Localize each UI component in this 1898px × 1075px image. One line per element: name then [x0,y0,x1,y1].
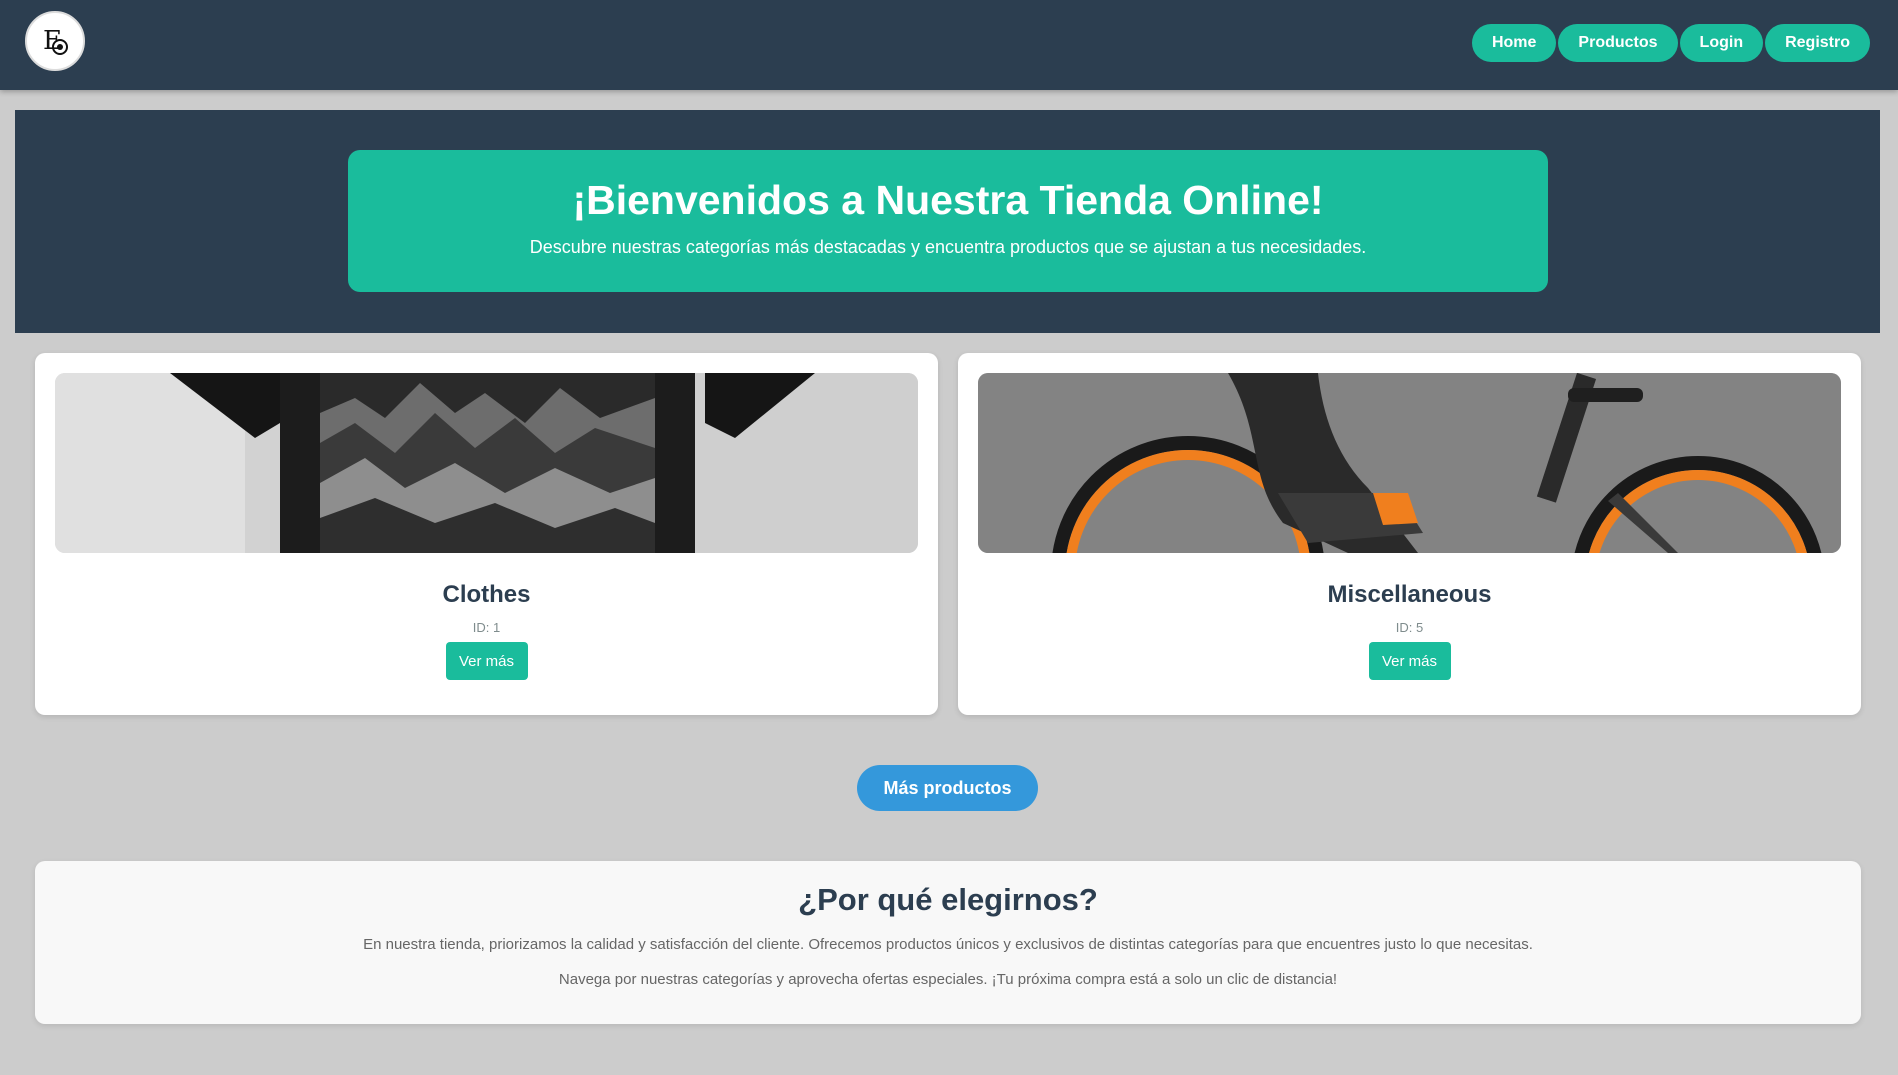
category-id: ID: 1 [472,620,501,635]
ver-mas-button[interactable]: Ver más [1368,642,1451,680]
hero-subtitle: Descubre nuestras categorías más destaca… [529,237,1367,258]
category-image-miscellaneous[interactable] [978,373,1841,553]
why-choose-us-section: ¿Por qué elegirnos? En nuestra tienda, p… [35,861,1861,1024]
category-card-clothes: Clothes ID: 1 Ver más [35,353,938,715]
hero-title: ¡Bienvenidos a Nuestra Tienda Online! [572,177,1324,223]
category-card-miscellaneous: Miscellaneous ID: 5 Ver más [958,353,1861,715]
more-products-button[interactable]: Más productos [857,765,1038,811]
nav-productos[interactable]: Productos [1558,24,1678,62]
nav-login[interactable]: Login [1679,24,1764,62]
category-title: Clothes [442,581,531,608]
navbar: E Home Productos Login Registro [0,0,1898,90]
why-title: ¿Por qué elegirnos? [798,882,1098,917]
hero-banner: ¡Bienvenidos a Nuestra Tienda Online! De… [348,150,1548,292]
why-paragraph-2: Navega por nuestras categorías y aprovec… [558,971,1338,988]
category-image-clothes[interactable] [55,373,918,553]
ver-mas-button[interactable]: Ver más [445,642,528,680]
nav-registro[interactable]: Registro [1765,24,1870,62]
nav-home[interactable]: Home [1471,24,1557,62]
logo[interactable]: E [25,11,85,71]
hero-section: ¡Bienvenidos a Nuestra Tienda Online! De… [15,110,1880,333]
why-paragraph-1: En nuestra tienda, priorizamos la calida… [363,936,1533,953]
nav-links: Home Productos Login Registro [1471,24,1870,62]
category-title: Miscellaneous [1327,581,1492,608]
logo-icon: E [43,26,68,56]
category-id: ID: 5 [1395,620,1424,635]
